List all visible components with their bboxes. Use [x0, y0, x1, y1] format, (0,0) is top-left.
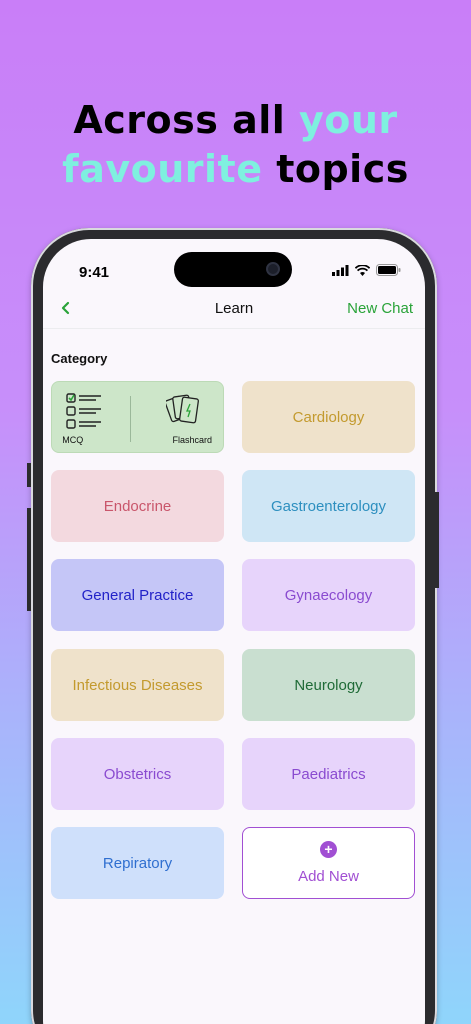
category-tile[interactable]: Neurology	[242, 649, 415, 721]
flashcard-icon	[165, 394, 199, 424]
mcq-flashcard-tile: MCQ Flashcard	[51, 381, 224, 453]
new-chat-button[interactable]: New Chat	[347, 300, 413, 317]
category-label: Repiratory	[102, 854, 173, 872]
category-tile[interactable]: Cardiology	[242, 381, 415, 453]
category-label: Endocrine	[103, 497, 172, 515]
category-tile[interactable]: Infectious Diseases	[51, 649, 224, 721]
signal-icon	[332, 264, 349, 276]
category-tile[interactable]: General Practice	[51, 559, 224, 631]
phone-screen: 9:41 Learn New Chat Category MCQ Flashca…	[43, 239, 425, 1024]
category-label: Obstetrics	[103, 765, 172, 783]
category-tile[interactable]: Endocrine	[51, 470, 224, 542]
headline: Across all your favourite topics	[0, 96, 471, 194]
section-title: Category	[51, 351, 108, 366]
camera-icon	[266, 262, 280, 276]
headline-text: topics	[262, 147, 409, 191]
flashcard-label: Flashcard	[172, 435, 212, 445]
battery-icon	[376, 264, 401, 276]
category-tile[interactable]: Gynaecology	[242, 559, 415, 631]
add-new-button[interactable]: + Add New	[242, 827, 415, 899]
category-tile[interactable]: Obstetrics	[51, 738, 224, 810]
phone-volume-up	[27, 508, 31, 558]
dynamic-island	[174, 252, 292, 287]
plus-icon: +	[320, 841, 337, 858]
category-label: Infectious Diseases	[72, 676, 203, 694]
nav-bar: Learn New Chat	[43, 289, 425, 329]
phone-power-button	[435, 492, 439, 588]
phone-side-button	[27, 463, 31, 487]
flashcard-button[interactable]: Flashcard	[138, 382, 224, 452]
checklist-icon	[66, 393, 101, 429]
mcq-label: MCQ	[62, 435, 84, 445]
wifi-icon	[355, 264, 370, 276]
category-label: Gastroenterology	[270, 497, 387, 515]
headline-accent: favourite	[62, 147, 263, 191]
category-tile[interactable]: Paediatrics	[242, 738, 415, 810]
headline-line-1: Across all your	[0, 96, 471, 145]
status-time: 9:41	[79, 264, 110, 281]
category-tile[interactable]: Repiratory	[51, 827, 224, 899]
headline-accent: your	[299, 98, 398, 142]
system-icons	[332, 264, 401, 276]
category-label: Neurology	[294, 676, 363, 694]
headline-text: Across all	[73, 98, 299, 142]
category-label: Cardiology	[292, 408, 365, 426]
category-tile[interactable]: Gastroenterology	[242, 470, 415, 542]
tile-divider	[130, 396, 131, 442]
headline-line-2: favourite topics	[0, 145, 471, 194]
category-label: Paediatrics	[291, 765, 366, 783]
category-label: Gynaecology	[284, 586, 373, 604]
phone-volume-down	[27, 553, 31, 611]
add-new-label: Add New	[298, 868, 359, 885]
mcq-button[interactable]: MCQ	[52, 382, 138, 452]
status-bar: 9:41	[43, 239, 425, 289]
category-label: General Practice	[81, 586, 194, 604]
